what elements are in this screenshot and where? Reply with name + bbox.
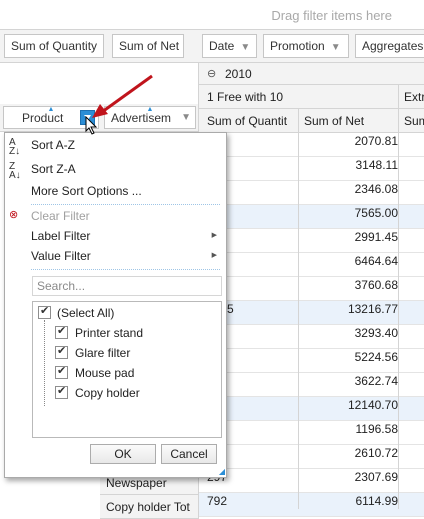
filter-icon[interactable]: ▼: [331, 37, 341, 57]
net-cell[interactable]: 2991.45: [304, 230, 398, 244]
table-row: 2972307.69: [199, 469, 424, 493]
item-checkbox[interactable]: [55, 324, 68, 339]
collapse-icon[interactable]: ⊖: [207, 63, 216, 85]
item-checkbox[interactable]: [55, 364, 68, 379]
table-row: 3525224.56: [199, 349, 424, 373]
more-sort-options-item[interactable]: More Sort Options ...: [31, 181, 142, 201]
table-row: 1541196.58: [199, 421, 424, 445]
item-label: Printer stand: [75, 326, 144, 340]
separator: [31, 269, 220, 270]
row-label[interactable]: Copy holder Tot: [100, 495, 199, 519]
column-header-year: ⊖ 2010: [199, 63, 424, 85]
filter-icon[interactable]: ▼: [240, 37, 250, 57]
table-row: 792 6114.99: [199, 493, 424, 517]
net-cell[interactable]: 2307.69: [304, 470, 398, 484]
net-cell[interactable]: 1196.58: [304, 422, 399, 436]
tree-line: [44, 320, 45, 406]
net-cell[interactable]: 7565.00: [304, 206, 398, 220]
table-row: 2203293.40: [199, 325, 424, 349]
item-label: Copy holder: [75, 386, 140, 400]
table-row: 3412610.72: [199, 445, 424, 469]
table-row: 1762070.81: [199, 133, 424, 157]
table-row: 4843760.68: [199, 277, 424, 301]
measure-label: Sum of Net: [304, 114, 365, 128]
mouse-cursor-icon: [85, 116, 98, 135]
net-cell[interactable]: 5224.56: [304, 350, 398, 364]
data-field-sum-of-net[interactable]: Sum of Net: [112, 34, 184, 58]
table-row: 8366464.64: [199, 253, 424, 277]
sort-az-icon: A Z↓: [9, 137, 21, 157]
promotion-label: 1 Free with 10: [207, 90, 284, 104]
data-field-sum-of-quantity[interactable]: Sum of Quantity: [4, 34, 104, 58]
net-cell[interactable]: 2070.81: [304, 134, 398, 148]
clear-filter-icon: ⊗: [9, 209, 19, 221]
year-label: 2010: [225, 67, 252, 81]
sort-za-item[interactable]: Sort Z-A: [31, 159, 76, 179]
column-header-promotion: 1 Free with 10 Extr: [199, 85, 424, 109]
item-checkbox[interactable]: [55, 384, 68, 399]
filter-popup: A Z↓ Sort A-Z Z A↓ Sort Z-A More Sort Opti…: [4, 132, 227, 478]
select-all-label: (Select All): [57, 306, 115, 320]
table-row: 6387565.00: [199, 205, 424, 229]
column-header-measures: Sum of Quantit Sum of Net Sum: [199, 109, 424, 133]
net-cell[interactable]: 3148.11: [304, 158, 399, 172]
table-row: 81412140.70: [199, 397, 424, 421]
item-label: Glare filter: [75, 346, 131, 360]
label-filter-item[interactable]: Label Filter ▶: [31, 226, 221, 246]
resize-grip-icon[interactable]: ◢: [219, 468, 225, 476]
table-row: 2423622.74: [199, 373, 424, 397]
filter-values-list[interactable]: (Select All) Printer stand Glare filter …: [32, 301, 222, 438]
item-label: Mouse pad: [75, 366, 135, 380]
net-cell[interactable]: 6464.64: [304, 254, 398, 268]
search-input[interactable]: Search...: [32, 276, 222, 296]
filter-drop-hint: Drag filter items here: [271, 8, 392, 23]
qty-cell[interactable]: 792: [207, 494, 227, 508]
net-cell[interactable]: 6114.99: [304, 494, 399, 508]
filter-icon[interactable]: ▼: [181, 107, 191, 128]
table-row: 2643148.11: [199, 157, 424, 181]
net-cell[interactable]: 13216.77: [304, 302, 398, 316]
select-all-checkbox[interactable]: [38, 304, 51, 319]
table-row: 170513216.77: [199, 301, 424, 325]
chevron-right-icon: ▶: [211, 232, 217, 239]
net-cell[interactable]: 2610.72: [304, 446, 398, 460]
net-cell[interactable]: 3293.40: [304, 326, 398, 340]
net-cell[interactable]: 3760.68: [304, 278, 398, 292]
column-field-aggregates[interactable]: Aggregates: [355, 34, 424, 58]
sort-az-item[interactable]: Sort A-Z: [31, 135, 75, 155]
column-field-promotion[interactable]: Promotion ▼: [263, 34, 349, 58]
measure-label: Sum of Quantit: [207, 114, 288, 128]
net-cell[interactable]: 2346.08: [304, 182, 398, 196]
chevron-right-icon: ▶: [211, 252, 217, 259]
net-cell[interactable]: 12140.70: [304, 398, 398, 412]
clear-filter-item: Clear Filter: [31, 209, 90, 223]
table-row: 3852991.45: [199, 229, 424, 253]
measure-label: Sum: [404, 114, 424, 128]
value-filter-item[interactable]: Value Filter ▶: [31, 246, 221, 266]
promotion-label: Extr: [404, 90, 424, 104]
filter-drop-area[interactable]: Drag filter items here: [0, 0, 424, 30]
ok-button[interactable]: OK: [90, 444, 156, 464]
field-header-bar: Sum of Quantity Sum of Net Date ▼ Promoti…: [0, 30, 424, 63]
cancel-button[interactable]: Cancel: [161, 444, 217, 464]
net-cell[interactable]: 3622.74: [304, 374, 398, 388]
sort-za-icon: Z A↓: [9, 161, 21, 181]
item-checkbox[interactable]: [55, 344, 68, 359]
column-field-date[interactable]: Date ▼: [202, 34, 257, 58]
separator: [31, 204, 220, 205]
table-row: 1982346.08: [199, 181, 424, 205]
